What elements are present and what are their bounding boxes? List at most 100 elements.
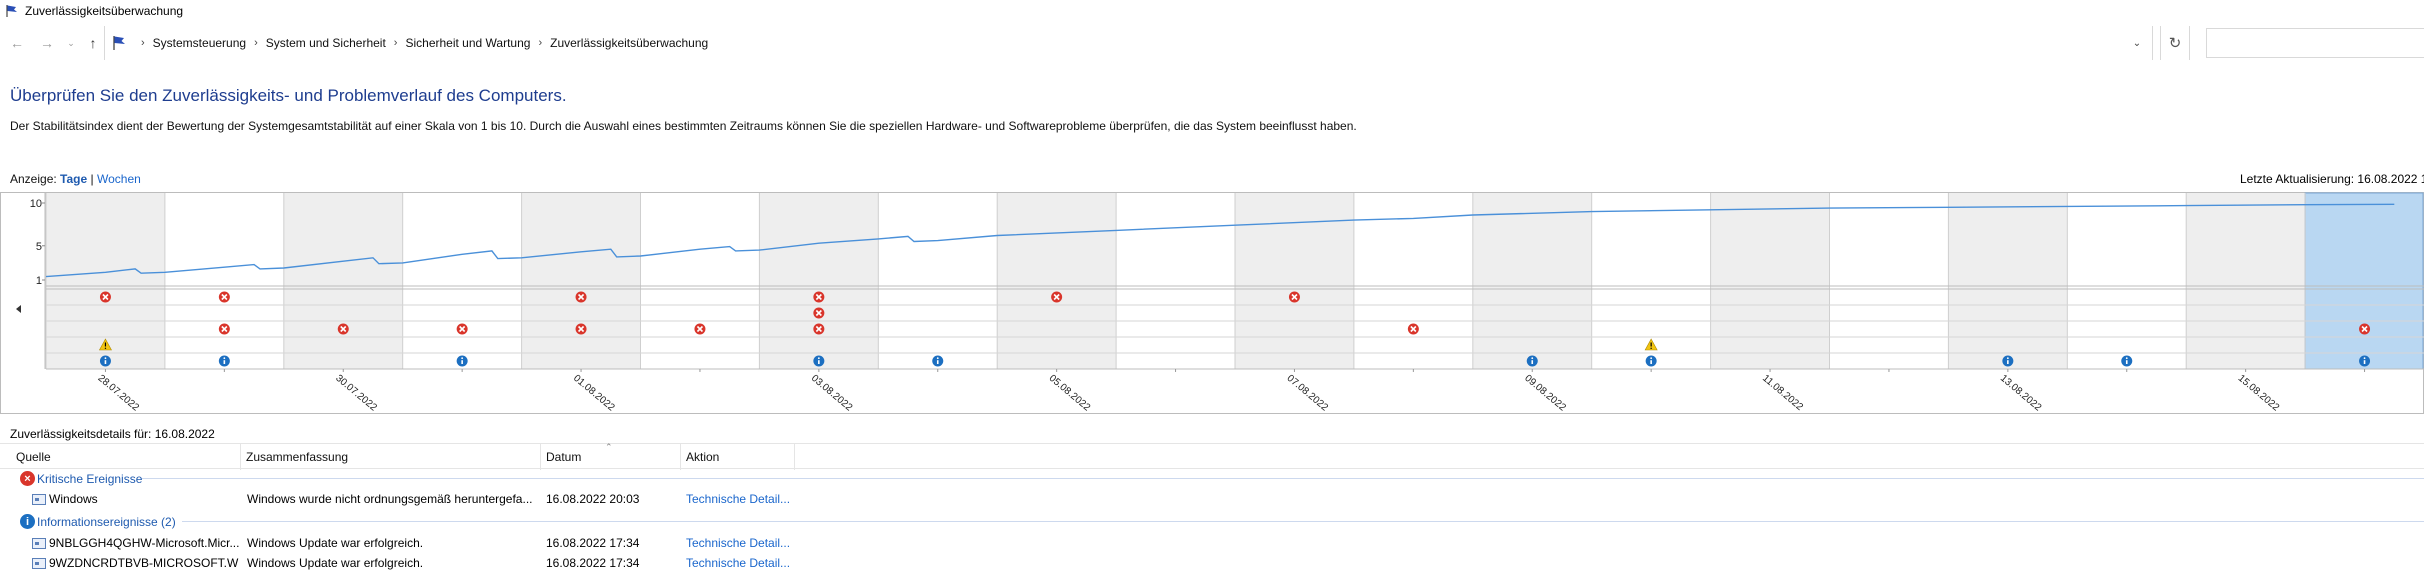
group-critical-events[interactable]: × Kritische Ereignisse	[20, 471, 142, 486]
warning-icon-dot	[104, 347, 107, 349]
forward-button[interactable]: →	[34, 26, 60, 60]
application-icon	[32, 494, 46, 505]
info-icon-dot	[223, 357, 226, 360]
view-selector: Anzeige: Tage | Wochen	[10, 172, 141, 186]
column-header-date[interactable]: Datum	[546, 450, 581, 464]
info-icon-dot	[104, 357, 107, 360]
row-date: 16.08.2022 17:34	[546, 536, 640, 550]
chart-column[interactable]	[2186, 193, 2306, 369]
row-source: 9NBLGGH4QGHW-Microsoft.Micr...	[49, 536, 239, 550]
technical-details-link[interactable]: Technische Detail...	[686, 536, 796, 550]
chevron-down-icon: ⌄	[2132, 37, 2142, 49]
column-divider[interactable]	[794, 444, 795, 470]
technical-details-link[interactable]: Technische Detail...	[686, 492, 796, 506]
chart-column[interactable]	[1116, 193, 1235, 369]
page-title: Überprüfen Sie den Zuverlässigkeits- und…	[10, 86, 567, 105]
chart-column[interactable]	[1948, 193, 2068, 369]
breadcrumb-item[interactable]: System und Sicherheit	[266, 36, 386, 50]
row-source: 9WZDNCRDTBVB-MICROSOFT.WI...	[49, 556, 239, 570]
last-update-text: Letzte Aktualisierung: 16.08.2022 1	[2240, 172, 2424, 186]
refresh-icon: ↻	[2168, 35, 2182, 52]
column-header-source[interactable]: Quelle	[16, 450, 51, 464]
column-header-summary[interactable]: Zusammenfassung	[246, 450, 348, 464]
chevron-down-icon: ⌄	[67, 37, 75, 48]
up-button[interactable]: ↑	[80, 26, 106, 60]
search-input[interactable]	[2206, 28, 2424, 58]
chart-column[interactable]	[1472, 193, 1592, 369]
details-title: Zuverlässigkeitsdetails für: 16.08.2022	[10, 427, 215, 441]
column-divider[interactable]	[240, 444, 241, 470]
row-summary: Windows Update war erfolgreich.	[247, 536, 424, 550]
sort-ascending-icon: ⌃	[605, 442, 613, 452]
selected-column[interactable]	[2304, 192, 2424, 370]
group-divider	[142, 478, 2424, 479]
table-row[interactable]: 9WZDNCRDTBVB-MICROSOFT.WI... Windows Upd…	[0, 553, 2424, 573]
view-label: Anzeige:	[10, 172, 57, 186]
view-separator: |	[90, 172, 94, 186]
breadcrumb-separator: ›	[141, 37, 145, 49]
address-bar[interactable]: › Systemsteuerung › System und Sicherhei…	[104, 26, 2153, 60]
technical-details-link[interactable]: Technische Detail...	[686, 556, 796, 570]
refresh-button[interactable]: ↻	[2160, 26, 2190, 60]
y-tick-label: 10	[30, 198, 42, 210]
reliability-chart-svg: 105128.07.2022 30.07.2022 01.08.2022 03.08.…	[0, 192, 2424, 414]
recent-locations-button[interactable]: ⌄	[64, 26, 78, 60]
window-title: Zuverlässigkeitsüberwachung	[25, 4, 184, 18]
chart-column[interactable]	[1235, 193, 1354, 369]
address-dropdown-button[interactable]: ⌄	[2122, 26, 2152, 60]
application-icon	[32, 538, 46, 549]
reliability-chart: 10 5 1 28.07.2022 30.07.2022 01.08.2022 03.08.…	[0, 192, 2424, 414]
row-summary: Windows wurde nicht ordnungsgemäß herunt…	[247, 492, 533, 506]
title-bar: Zuverlässigkeitsüberwachung	[0, 0, 2424, 22]
flag-icon	[113, 36, 125, 50]
warning-icon-dot	[1650, 347, 1652, 349]
chart-column[interactable]	[1710, 193, 1830, 369]
column-header-action[interactable]: Aktion	[686, 450, 719, 464]
row-date: 16.08.2022 20:03	[546, 492, 640, 506]
info-icon-dot	[817, 357, 820, 360]
error-icon: ×	[20, 471, 35, 486]
view-weeks-link[interactable]: Wochen	[97, 172, 141, 186]
chart-column[interactable]	[997, 193, 1117, 369]
view-days-link[interactable]: Tage	[60, 172, 87, 186]
table-row[interactable]: Windows Windows wurde nicht ordnungsgemä…	[0, 489, 2424, 509]
group-information-events[interactable]: i Informationsereignisse (2)	[20, 514, 176, 529]
arrow-right-icon: →	[40, 35, 54, 51]
y-tick-label: 5	[36, 241, 42, 253]
chart-column[interactable]	[283, 193, 403, 369]
breadcrumb-separator[interactable]: ›	[538, 37, 542, 49]
breadcrumb-item[interactable]: Systemsteuerung	[153, 36, 246, 50]
group-divider	[182, 521, 2424, 522]
chart-column[interactable]	[521, 193, 641, 369]
info-icon-dot	[2006, 357, 2009, 360]
y-tick-label: 1	[36, 275, 42, 287]
chart-column[interactable]	[878, 193, 998, 369]
info-icon-dot	[461, 357, 464, 360]
column-divider[interactable]	[680, 444, 681, 470]
group-label: Kritische Ereignisse	[37, 471, 143, 486]
chart-column[interactable]	[402, 193, 522, 369]
chart-column[interactable]	[164, 193, 284, 369]
column-divider[interactable]	[540, 444, 541, 470]
chart-column[interactable]	[640, 193, 760, 369]
info-icon: i	[20, 514, 35, 529]
chart-column[interactable]	[1829, 193, 1949, 369]
details-header: Quelle Zusammenfassung Datum ⌃ Aktion	[0, 442, 2424, 470]
chart-column[interactable]	[759, 193, 879, 369]
row-date: 16.08.2022 17:34	[546, 556, 640, 570]
breadcrumb-item[interactable]: Zuverlässigkeitsüberwachung	[550, 36, 708, 50]
info-icon-dot	[1650, 357, 1653, 360]
chart-column[interactable]	[2067, 193, 2187, 369]
back-button[interactable]: ←	[4, 26, 30, 60]
page-description: Der Stabilitätsindex dient der Bewertung…	[10, 119, 1357, 133]
group-label: Informationsereignisse (2)	[37, 514, 176, 529]
navigation-bar: ← → ⌄ ↑ › Systemsteuerung › System und S…	[0, 26, 2424, 60]
table-row[interactable]: 9NBLGGH4QGHW-Microsoft.Micr... Windows U…	[0, 533, 2424, 553]
row-summary: Windows Update war erfolgreich.	[247, 556, 424, 570]
breadcrumb-separator[interactable]: ›	[254, 37, 258, 49]
breadcrumb-item[interactable]: Sicherheit und Wartung	[405, 36, 530, 50]
row-source: Windows	[49, 492, 98, 506]
arrow-left-icon: ←	[10, 35, 24, 51]
info-icon-dot	[1531, 357, 1534, 360]
breadcrumb-separator[interactable]: ›	[394, 37, 398, 49]
